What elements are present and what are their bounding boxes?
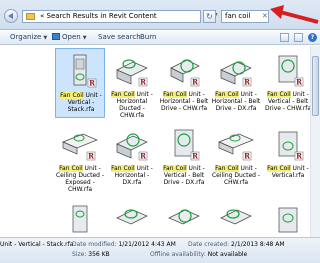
organize-label: Organize xyxy=(10,33,42,41)
match-highlight: Fan Coil xyxy=(163,165,187,172)
file-tile[interactable]: R Fan Coil Unit - Horizontal - DX.rfa xyxy=(107,122,157,192)
file-name: Fan Coil Unit - Vertical - Stack.rfa xyxy=(56,92,106,113)
revit-family-thumbnail-icon: R xyxy=(170,59,200,87)
date-modified-label: Date modified: xyxy=(72,241,117,248)
search-value[interactable]: fan coil xyxy=(225,12,250,20)
revit-family-thumbnail-icon: R xyxy=(62,133,98,161)
offline-value: Not available xyxy=(207,251,248,258)
size-value: 356 KB xyxy=(88,251,110,258)
details-pane: Unit - Vertical - Stack.rfa Date modifie… xyxy=(0,237,320,263)
file-tile[interactable] xyxy=(211,196,261,237)
revit-family-thumbnail-icon: R xyxy=(116,133,148,161)
file-name: Fan Coil Unit - Vertical - Belt Drive - … xyxy=(159,165,209,186)
match-highlight: Fan Coil xyxy=(111,91,135,98)
file-name: Fan Coil Unit - Horizontal - Belt Drive … xyxy=(159,91,209,112)
file-tile[interactable]: R Fan Coil Unit - Vertical - Belt Drive … xyxy=(263,48,313,118)
back-button[interactable] xyxy=(4,9,18,23)
svg-text:R: R xyxy=(244,78,250,87)
open-label: Open xyxy=(62,33,81,41)
preview-pane-icon[interactable] xyxy=(294,33,303,42)
date-modified: Date modified: 1/21/2012 4:43 AM xyxy=(72,241,176,248)
revit-family-thumbnail-icon xyxy=(168,209,200,225)
date-created-value: 2/1/2013 8:48 AM xyxy=(231,241,285,248)
open-button[interactable]: Open ▼ xyxy=(52,33,87,41)
scroll-thumb[interactable] xyxy=(312,56,319,116)
svg-text:R: R xyxy=(89,79,95,88)
file-name: Fan Coil Unit - Horizontal Ducted - CHW.… xyxy=(107,91,157,119)
help-icon[interactable]: ? xyxy=(308,33,317,42)
open-icon xyxy=(52,33,60,40)
match-highlight: Fan Coil xyxy=(215,165,239,172)
file-name: Fan Coil Unit - Horizontal - DX.rfa xyxy=(107,165,157,186)
file-size: Size: 356 KB xyxy=(72,251,110,258)
folder-icon xyxy=(26,13,35,20)
revit-family-thumbnail-icon xyxy=(72,205,88,233)
file-tile[interactable]: R Fan Coil Unit - Horizontal - Belt Driv… xyxy=(159,48,209,118)
file-tile[interactable] xyxy=(107,196,157,237)
match-highlight: Fan Coil xyxy=(60,92,84,99)
offline-availability: Offline availability: Not available xyxy=(150,251,247,258)
svg-text:R: R xyxy=(192,152,198,161)
date-created-label: Date created: xyxy=(188,241,230,248)
command-bar: Organize ▼ Open ▼ Save search Burn ? xyxy=(0,31,320,45)
selected-file-name: Unit - Vertical - Stack.rfa xyxy=(0,241,74,248)
search-input[interactable]: fan coil ✕ xyxy=(221,10,269,23)
file-tile[interactable] xyxy=(55,196,105,237)
chevron-down-icon: ▼ xyxy=(43,35,48,41)
file-name: Fan Coil Unit - Vertical.rfa xyxy=(263,165,313,179)
match-highlight: Fan Coil xyxy=(267,91,291,98)
save-search-button[interactable]: Save search xyxy=(98,33,141,41)
file-tile[interactable]: R Fan Coil Unit - Vertical - Belt Drive … xyxy=(159,122,209,192)
file-name: Fan Coil Unit - Ceiling Ducted - Exposed… xyxy=(55,165,105,193)
match-highlight: Fan Coil xyxy=(215,91,239,98)
date-created: Date created: 2/1/2013 8:48 AM xyxy=(188,241,285,248)
file-tile[interactable]: R Fan Coil Unit - Horizontal Ducted - CH… xyxy=(107,48,157,119)
file-tile[interactable]: R Fan Coil Unit - Ceiling Ducted - Expos… xyxy=(55,122,105,193)
chevron-down-icon: ▼ xyxy=(82,35,87,41)
match-highlight: Fan Coil xyxy=(111,165,135,172)
file-tile[interactable]: R Fan Coil Unit - Horizontal - Belt Driv… xyxy=(211,48,261,118)
revit-family-thumbnail-icon: R xyxy=(116,59,148,87)
burn-button[interactable]: Burn xyxy=(140,33,156,41)
file-name: Fan Coil Unit - Vertical - Belt Drive - … xyxy=(263,91,313,112)
file-view: R Fan Coil Unit - Vertical - Stack.rfa R… xyxy=(0,46,320,237)
vertical-scrollbar[interactable] xyxy=(310,46,320,237)
match-highlight: Fan Coil xyxy=(59,165,83,172)
organize-button[interactable]: Organize ▼ xyxy=(10,33,47,41)
svg-text:R: R xyxy=(140,152,146,161)
svg-text:R: R xyxy=(192,78,198,87)
file-name: Fan Coil Unit - Horizontal - Belt Drive … xyxy=(211,91,261,112)
revit-family-thumbnail-icon xyxy=(220,209,252,225)
file-tile[interactable] xyxy=(159,196,209,237)
revit-family-thumbnail-icon: R xyxy=(220,61,252,87)
view-options-icon[interactable] xyxy=(280,33,289,42)
offline-label: Offline availability: xyxy=(150,251,206,258)
address-bar-row: « Search Results in Revit Content ▼ ↻ fa… xyxy=(0,0,320,30)
revit-family-thumbnail-icon: R xyxy=(174,129,200,161)
match-highlight: Fan Coil xyxy=(267,165,291,172)
svg-text:R: R xyxy=(140,78,146,87)
file-tile[interactable]: R Fan Coil Unit - Vertical.rfa xyxy=(263,122,313,192)
svg-text:R: R xyxy=(244,152,250,161)
match-highlight: Fan Coil xyxy=(163,91,187,98)
revit-family-thumbnail-icon: R xyxy=(73,54,97,88)
file-tile[interactable] xyxy=(263,196,313,237)
svg-text:R: R xyxy=(296,78,302,87)
address-path[interactable]: « Search Results in Revit Content xyxy=(40,12,157,20)
revit-family-thumbnail-icon xyxy=(278,207,298,233)
svg-text:R: R xyxy=(296,152,302,161)
revit-family-thumbnail-icon: R xyxy=(278,55,304,87)
svg-text:R: R xyxy=(88,152,94,161)
revit-family-thumbnail-icon: R xyxy=(218,133,254,161)
size-label: Size: xyxy=(72,251,87,258)
refresh-button[interactable]: ↻ xyxy=(203,10,216,23)
revit-family-thumbnail-icon xyxy=(116,209,148,225)
revit-family-thumbnail-icon: R xyxy=(278,131,304,161)
file-name: Fan Coil Unit - Ceiling Ducted - CHW.rfa xyxy=(211,165,261,186)
annotation-arrow-icon xyxy=(270,5,319,24)
file-tile[interactable]: R Fan Coil Unit - Ceiling Ducted - CHW.r… xyxy=(211,122,261,192)
address-bar[interactable]: « Search Results in Revit Content ▼ xyxy=(22,10,218,23)
date-modified-value: 1/21/2012 4:43 AM xyxy=(118,241,176,248)
file-tile[interactable]: R Fan Coil Unit - Vertical - Stack.rfa xyxy=(55,48,105,118)
